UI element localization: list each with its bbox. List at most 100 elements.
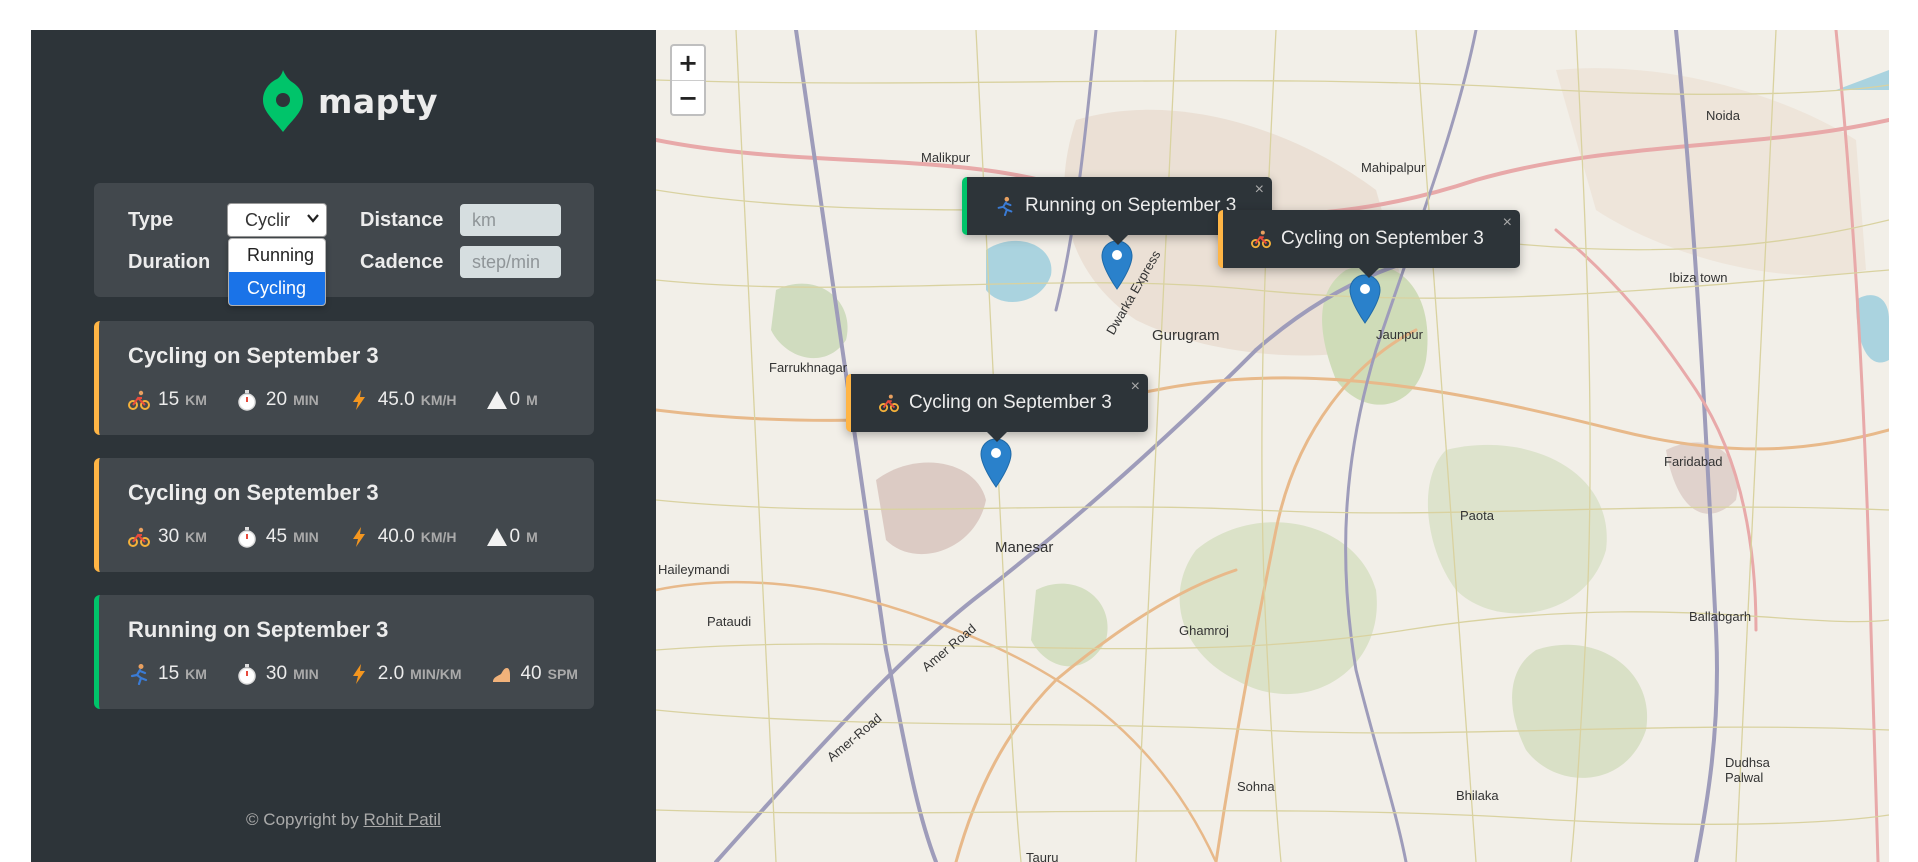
close-icon[interactable]: × (1503, 214, 1512, 232)
zoom-out-button[interactable]: − (672, 80, 704, 115)
map-pin-logo-icon (263, 70, 303, 132)
type-label: Type (128, 209, 174, 231)
cyclist-icon (128, 390, 150, 410)
popup-tip (1107, 234, 1129, 245)
stat-distance: 15 km (128, 663, 207, 685)
popup-tip (1358, 267, 1380, 278)
pace-unit: min/km (410, 666, 462, 682)
duration-unit: min (293, 666, 319, 682)
workout-title: Cycling on September 3 (128, 480, 379, 505)
duration-unit: min (293, 392, 319, 408)
workout-form: Type Cyclir Running Cycling Distance Dur… (94, 183, 594, 306)
duration-label: Duration (128, 251, 211, 273)
app-name: mapty (318, 81, 439, 121)
distance-unit: km (185, 529, 207, 545)
place-label: Noida (1706, 108, 1740, 123)
runner-icon (997, 196, 1013, 216)
copyright-prefix: © Copyright by (246, 810, 364, 829)
stat-duration: 20 min (236, 389, 319, 411)
place-label: Gurugram (1152, 327, 1220, 344)
lightning-icon (352, 390, 365, 410)
place-label: Faridabad (1664, 454, 1723, 469)
mountain-icon (486, 528, 507, 546)
stat-elevation: 0 m (486, 389, 538, 411)
place-label: Bhilaka (1456, 788, 1499, 803)
workout-title: Cycling on September 3 (128, 343, 379, 368)
zoom-in-button[interactable]: + (672, 46, 704, 80)
elevation-value: 0 (509, 389, 521, 410)
copyright: © Copyright by Rohit Patil (31, 810, 656, 830)
place-label: Jaunpur (1376, 327, 1423, 342)
map-marker-icon[interactable] (980, 438, 1012, 488)
distance-value: 15 (158, 663, 180, 684)
stat-duration: 30 min (236, 663, 319, 685)
distance-unit: km (185, 392, 207, 408)
elevation-value: 0 (509, 526, 521, 547)
speed-value: 40.0 (377, 526, 415, 547)
lightning-icon (352, 664, 365, 684)
type-select[interactable]: Cyclir (227, 203, 327, 237)
speed-value: 45.0 (377, 389, 415, 410)
foot-icon (493, 668, 511, 682)
workout-popup[interactable]: Cycling on September 3 × (1218, 210, 1520, 278)
place-label: Tauru (1026, 850, 1059, 862)
workout-stats: 15 km 20 min 45.0 km/h (128, 389, 567, 411)
workout-item[interactable]: Cycling on September 3 30 km 45 (94, 458, 594, 572)
close-icon[interactable]: × (1255, 181, 1264, 199)
stat-speed: 40.0 km/h (348, 526, 457, 548)
place-label: Dudhsa Palwal (1725, 755, 1770, 785)
cyclist-icon (128, 527, 150, 547)
pace-value: 2.0 (377, 663, 405, 684)
place-label: Ballabgarh (1689, 609, 1752, 624)
workout-item[interactable]: Cycling on September 3 15 km 20 (94, 321, 594, 435)
cadence-unit: spm (547, 666, 578, 682)
type-option-running[interactable]: Running (229, 239, 325, 272)
popup-text: Running on September 3 (1025, 195, 1237, 216)
cadence-label: Cadence (360, 251, 444, 273)
close-icon[interactable]: × (1131, 378, 1140, 396)
place-label: Mahipalpur (1361, 160, 1426, 175)
duration-value: 45 (265, 526, 288, 547)
place-label: Sohna (1237, 779, 1275, 794)
stopwatch-icon (238, 664, 256, 685)
type-dropdown[interactable]: Running Cycling (228, 238, 326, 306)
stat-distance: 30 km (128, 526, 207, 548)
place-label: Malikpur (921, 150, 971, 165)
place-label: Manesar (995, 539, 1054, 556)
sidebar: mapty Type Cyclir Running Cycling Distan… (31, 30, 656, 862)
stat-pace: 2.0 min/km (348, 663, 462, 685)
stat-speed: 45.0 km/h (348, 389, 457, 411)
place-label: Farrukhnagar (769, 360, 848, 375)
workout-popup[interactable]: Cycling on September 3 × (846, 374, 1148, 442)
stopwatch-icon (238, 527, 256, 548)
runner-icon (130, 664, 148, 685)
place-label: Pataudi (707, 614, 752, 629)
chevron-down-icon (307, 214, 319, 223)
map-marker-icon[interactable] (1101, 240, 1133, 290)
stopwatch-icon (238, 390, 256, 411)
elevation-unit: m (526, 392, 538, 408)
popup-text: Cycling on September 3 (1281, 228, 1484, 249)
speed-unit: km/h (420, 392, 457, 408)
cadence-input[interactable] (460, 246, 561, 278)
workout-stats: 15 km 30 min 2.0 min/km (128, 663, 607, 685)
stat-distance: 15 km (128, 389, 207, 411)
place-label: Haileymandi (658, 562, 730, 577)
distance-value: 15 (158, 389, 180, 410)
cyclist-icon (879, 394, 899, 413)
author-link[interactable]: Rohit Patil (363, 810, 440, 829)
stat-duration: 45 min (236, 526, 319, 548)
workout-item[interactable]: Running on September 3 15 km 30 (94, 595, 594, 709)
distance-unit: km (185, 666, 207, 682)
map-marker-icon[interactable] (1349, 274, 1381, 324)
workout-stats: 30 km 45 min 40.0 km/h (128, 526, 567, 548)
type-option-cycling[interactable]: Cycling (229, 272, 325, 305)
map[interactable]: Noida Malikpur Mahipalpur Gurugram Jaunp… (656, 30, 1889, 862)
duration-unit: min (293, 529, 319, 545)
cadence-value: 40 (520, 663, 542, 684)
distance-input[interactable] (460, 204, 561, 236)
duration-value: 30 (265, 663, 288, 684)
app-root: mapty Type Cyclir Running Cycling Distan… (31, 30, 1889, 862)
cyclist-icon (1251, 230, 1271, 249)
distance-label: Distance (360, 209, 444, 231)
